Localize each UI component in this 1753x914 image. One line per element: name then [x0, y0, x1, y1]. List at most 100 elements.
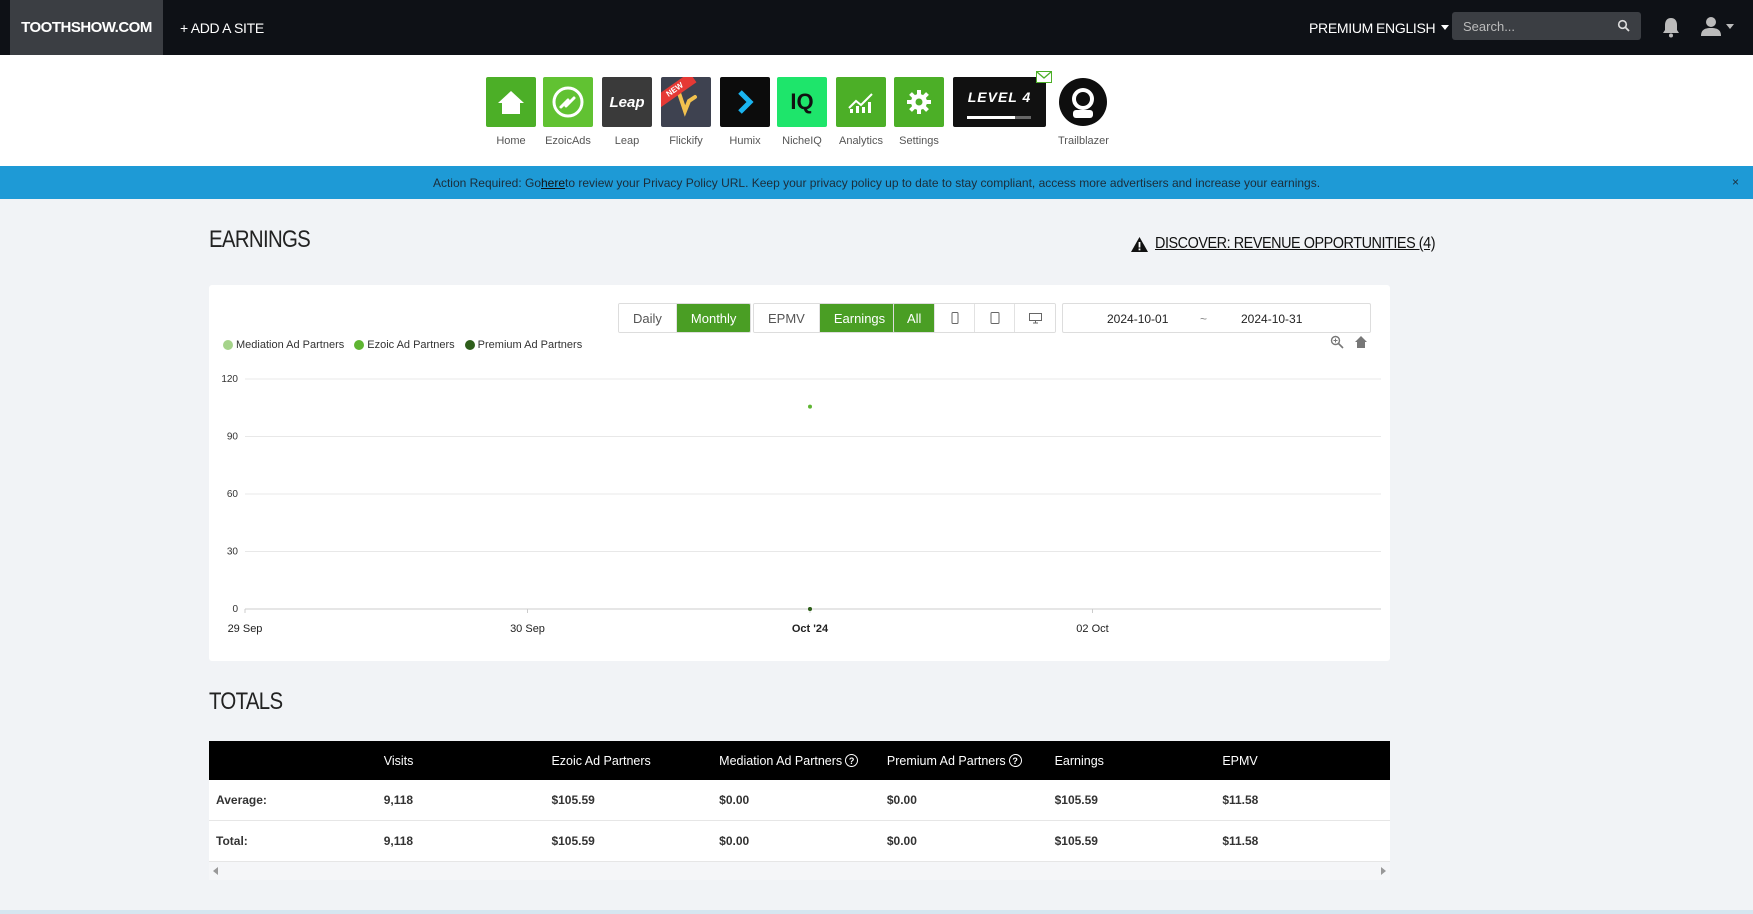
app-analytics[interactable]: Analytics: [836, 77, 886, 147]
x-tick-label: 29 Sep: [228, 623, 263, 635]
trailblazer-icon: [1058, 77, 1109, 127]
app-level[interactable]: LEVEL 4: [953, 71, 1052, 127]
top-navbar: TOOTHSHOW.COM + ADD A SITE PREMIUM ENGLI…: [0, 0, 1753, 55]
app-label: Leap: [614, 135, 640, 147]
totals-title: TOTALS: [209, 688, 283, 715]
app-label: NicheIQ: [782, 135, 822, 147]
app-settings[interactable]: Settings: [894, 77, 944, 147]
discover-revenue: DISCOVER: REVENUE OPPORTUNITIES (4): [1130, 235, 1466, 253]
table-cell: 9,118: [383, 834, 414, 848]
x-tick-label: 30 Sep: [510, 623, 545, 635]
home-icon: [486, 77, 536, 127]
earnings-title: EARNINGS: [209, 226, 311, 253]
discover-revenue-link[interactable]: DISCOVER: REVENUE OPPORTUNITIES (4): [1155, 235, 1435, 253]
flickify-icon: NEW: [661, 77, 711, 127]
level-text: LEVEL 4: [967, 89, 1032, 105]
add-site-link[interactable]: + ADD A SITE: [180, 0, 264, 55]
table-header: Visits Ezoic Ad Partners Mediation Ad Pa…: [209, 741, 1390, 780]
table-cell: $105.59: [1054, 834, 1098, 848]
horizontal-scrollbar[interactable]: [209, 862, 1390, 880]
app-home[interactable]: Home: [486, 77, 536, 147]
humix-icon: [720, 77, 770, 127]
app-launcher-bar: Home EzoicAds Leap Leap NEW Flickify Hum…: [0, 55, 1753, 166]
column-header: Visits: [383, 753, 414, 768]
table-row: Total: 9,118 $105.59 $0.00 $0.00 $105.59…: [209, 821, 1390, 862]
chevron-down-icon: [1726, 23, 1734, 29]
app-label: Analytics: [838, 135, 884, 147]
nicheiq-icon: IQ: [777, 77, 827, 127]
table-cell: $0.00: [886, 793, 917, 807]
analytics-icon: [836, 77, 886, 127]
chevron-down-icon: [1441, 25, 1450, 30]
help-icon[interactable]: ?: [845, 754, 859, 767]
level-progress: [967, 116, 1031, 119]
table-cell: $11.58: [1222, 793, 1259, 807]
page-bottom-edge: [0, 910, 1753, 914]
ezoicads-icon: [543, 77, 593, 127]
mail-icon[interactable]: [1036, 71, 1052, 83]
app-label: Humix: [729, 135, 761, 147]
table-cell: $11.58: [1222, 834, 1259, 848]
app-flickify[interactable]: NEW Flickify: [661, 77, 711, 147]
privacy-alert-banner: Action Required: Go here to review your …: [0, 166, 1753, 199]
y-tick-label: 120: [221, 374, 238, 385]
column-header: Mediation Ad Partners?: [719, 754, 887, 768]
app-label: Trailblazer: [1058, 135, 1109, 147]
table-cell: $105.59: [551, 834, 595, 848]
table-cell: 9,118: [383, 793, 414, 807]
y-tick-label: 60: [227, 489, 239, 500]
alert-link[interactable]: here: [541, 176, 565, 190]
app-label: Flickify: [669, 135, 703, 147]
column-header: Premium Ad Partners?: [887, 754, 1055, 768]
table-cell: $105.59: [1054, 793, 1098, 807]
level-badge: LEVEL 4: [953, 71, 1052, 127]
search-input[interactable]: [1452, 12, 1612, 40]
gear-icon: [894, 77, 944, 127]
search-box: [1452, 12, 1641, 40]
data-point: [808, 404, 812, 409]
table-cell: $0.00: [719, 834, 750, 848]
column-header: Earnings: [1054, 753, 1104, 768]
leap-icon: Leap: [602, 77, 652, 127]
language-label: ENGLISH: [1376, 19, 1436, 36]
app-label: Home: [496, 135, 526, 147]
alert-text-before: Action Required: Go: [432, 175, 541, 190]
language-dropdown[interactable]: ENGLISH: [1376, 0, 1450, 55]
app-leap[interactable]: Leap Leap: [602, 77, 652, 147]
x-tick-label: Oct '24: [792, 623, 829, 635]
data-point: [808, 607, 812, 611]
table-cell: $0.00: [886, 834, 917, 848]
y-tick-label: 0: [232, 604, 238, 615]
row-label: Total:: [216, 834, 248, 848]
totals-table: Visits Ezoic Ad Partners Mediation Ad Pa…: [209, 741, 1390, 880]
column-header: Ezoic Ad Partners: [551, 753, 651, 768]
table-row: Average: 9,118 $105.59 $0.00 $0.00 $105.…: [209, 780, 1390, 821]
warning-icon: [1131, 236, 1148, 252]
premium-link[interactable]: PREMIUM: [1309, 0, 1373, 55]
search-icon[interactable]: [1617, 19, 1631, 33]
y-tick-label: 90: [227, 432, 239, 443]
column-header: EPMV: [1222, 753, 1258, 768]
table-cell: $105.59: [551, 793, 595, 807]
alert-text-after: to review your Privacy Policy URL. Keep …: [565, 175, 1321, 190]
bell-icon[interactable]: [1661, 16, 1681, 38]
app-ezoicads[interactable]: EzoicAds: [543, 77, 593, 147]
app-label: EzoicAds: [545, 135, 591, 147]
y-tick-label: 30: [227, 547, 239, 558]
site-name-button[interactable]: TOOTHSHOW.COM: [10, 0, 163, 55]
close-icon[interactable]: ×: [1732, 175, 1739, 189]
row-label: Average:: [216, 793, 267, 807]
help-icon[interactable]: ?: [1008, 754, 1022, 767]
app-trailblazer[interactable]: Trailblazer: [1058, 77, 1109, 147]
user-menu[interactable]: [1700, 15, 1734, 37]
app-label: Settings: [899, 135, 939, 147]
scroll-left-icon[interactable]: [213, 867, 218, 875]
earnings-chart-card: Daily Monthly EPMV Earnings All 2024-10-…: [209, 285, 1390, 661]
app-humix[interactable]: Humix: [720, 77, 770, 147]
x-tick-label: 02 Oct: [1076, 623, 1108, 635]
user-icon: [1701, 17, 1721, 36]
app-nicheiq[interactable]: IQ NicheIQ: [777, 77, 827, 147]
earnings-chart: 0 30 60 90 120 29 Sep 30 Sep Oct '24 02 Oct: [221, 374, 1381, 635]
scroll-right-icon[interactable]: [1381, 867, 1386, 875]
table-cell: $0.00: [719, 793, 750, 807]
